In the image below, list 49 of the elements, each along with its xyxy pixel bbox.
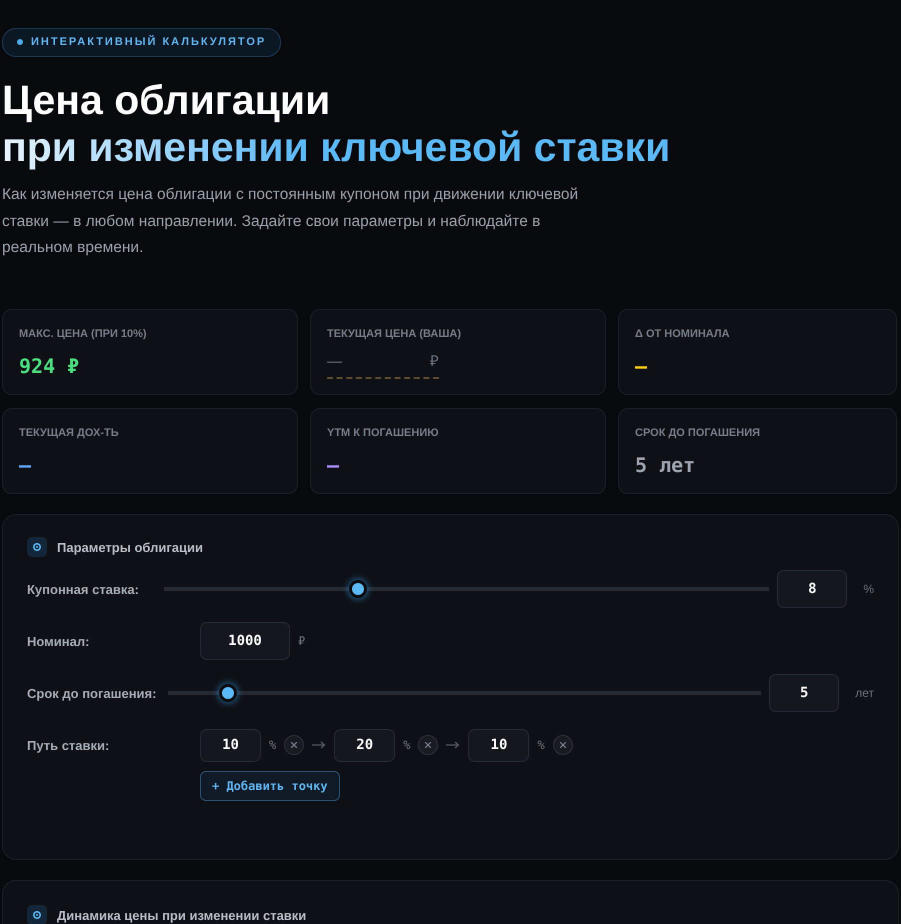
unit-label: лет bbox=[855, 685, 874, 702]
panel-title: Динамика цены при изменении ставки bbox=[57, 906, 306, 924]
slider-thumb[interactable] bbox=[348, 580, 367, 598]
badge-text: ИНТЕРАКТИВНЫЙ КАЛЬКУЛЯТОР bbox=[31, 34, 266, 50]
field-label: Номинал: bbox=[27, 632, 90, 651]
remove-button[interactable] bbox=[552, 735, 573, 756]
rate-input[interactable]: 10 bbox=[200, 728, 261, 762]
number-input[interactable]: 1000 bbox=[200, 622, 290, 660]
stat-label: Δ ОТ НОМИНАЛА bbox=[635, 327, 731, 342]
settings-icon bbox=[27, 905, 47, 924]
field-label: Срок до погашения: bbox=[27, 684, 158, 703]
stat-label: ТЕКУЩАЯ ЦЕНА (ВАША) bbox=[327, 327, 462, 342]
stat-value: 5 лет bbox=[635, 452, 696, 479]
stat-placeholder: — bbox=[327, 352, 342, 372]
stat-label: YTM К ПОГАШЕНИЮ bbox=[327, 426, 440, 442]
stat-label: МАКС. ЦЕНА (ПРИ 10%) bbox=[19, 327, 148, 342]
remove-button[interactable] bbox=[284, 735, 304, 756]
page-title: Цена облигации bbox=[2, 76, 332, 124]
rate-input[interactable]: 10 bbox=[468, 728, 530, 762]
add-point-button[interactable]: + Добавить точку bbox=[200, 771, 340, 802]
stat-value: — bbox=[327, 452, 340, 479]
remove-button[interactable] bbox=[418, 735, 438, 756]
price-input-field[interactable]: — ₽ bbox=[327, 350, 439, 380]
slider-thumb[interactable] bbox=[218, 684, 237, 702]
arrow-icon bbox=[312, 741, 326, 750]
close-icon bbox=[425, 742, 432, 748]
stat-value: 924 ₽ bbox=[19, 352, 80, 380]
unit-label: % bbox=[537, 737, 545, 754]
number-input[interactable]: 8 bbox=[777, 570, 848, 608]
arrow-icon bbox=[446, 741, 460, 750]
panel-title: Параметры облигации bbox=[57, 538, 203, 557]
unit-label: % bbox=[863, 581, 874, 598]
dot-icon bbox=[17, 39, 23, 46]
stat-label: СРОК ДО ПОГАШЕНИЯ bbox=[635, 426, 762, 442]
stat-value: — bbox=[19, 452, 32, 479]
number-input[interactable]: 5 bbox=[769, 674, 840, 712]
field-label: Купонная ставка: bbox=[27, 580, 140, 599]
unit-label: % bbox=[269, 737, 276, 754]
rate-input[interactable]: 20 bbox=[334, 728, 396, 762]
field-label: Путь ставки: bbox=[27, 736, 110, 755]
close-icon bbox=[560, 742, 566, 748]
currency-unit: ₽ bbox=[430, 352, 439, 372]
page-description: Как изменяется цена облигации с постоянным купоном при движении ключевой ставки — в любом направлении. Задайте свои параметры и наблюдайте в реальном времени. bbox=[2, 185, 580, 258]
stat-label: ТЕКУЩАЯ ДОХ-ТЬ bbox=[19, 426, 120, 442]
unit-label: ₽ bbox=[298, 633, 306, 650]
close-icon bbox=[291, 742, 298, 748]
stat-value: — bbox=[635, 352, 648, 380]
settings-icon bbox=[27, 537, 47, 558]
unit-label: % bbox=[403, 737, 410, 754]
